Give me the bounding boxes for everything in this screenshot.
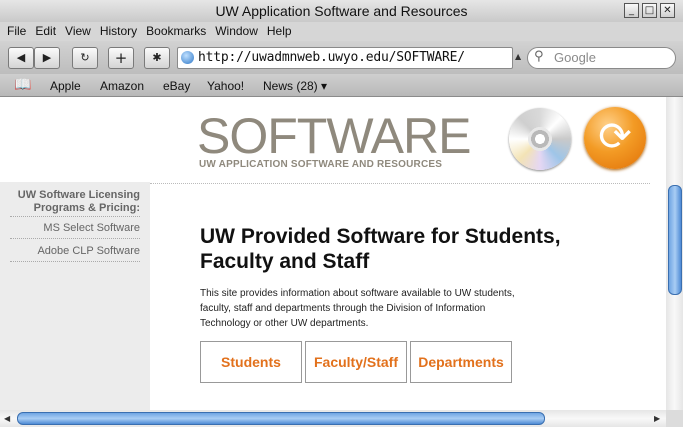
window-title: UW Application Software and Resources — [215, 3, 468, 19]
departments-button[interactable]: Departments — [410, 341, 512, 383]
search-icon: ⚲ — [534, 49, 544, 64]
reload-button[interactable]: ↻ — [72, 47, 98, 69]
minimize-button[interactable]: _ — [624, 3, 639, 18]
bookmark-apple[interactable]: Apple — [50, 79, 81, 93]
scroll-right-arrow-icon[interactable]: ▶ — [654, 414, 660, 423]
back-button[interactable]: ◀ — [8, 47, 34, 69]
bookmark-amazon[interactable]: Amazon — [100, 79, 144, 93]
browser-toolbar: ◀ ▶ ↻ + ✱ http://uwadmnweb.uwyo.edu/SOFT… — [0, 41, 683, 74]
menu-file[interactable]: File — [0, 22, 26, 41]
menu-bookmarks[interactable]: Bookmarks — [139, 22, 206, 41]
forward-icon: ▶ — [42, 51, 52, 64]
bookmark-news[interactable]: News (28) ▾ — [263, 79, 327, 93]
sidebar-divider — [10, 261, 140, 262]
page-content: SOFTWARE UW APPLICATION SOFTWARE AND RES… — [0, 97, 666, 410]
menu-view[interactable]: View — [58, 22, 91, 41]
title-bar: UW Application Software and Resources _ … — [0, 0, 683, 22]
menu-window[interactable]: Window — [208, 22, 258, 41]
software-logo-title: SOFTWARE — [197, 108, 471, 164]
software-logo-subtitle: UW APPLICATION SOFTWARE AND RESOURCES — [199, 159, 443, 170]
back-icon: ◀ — [16, 51, 26, 64]
sidebar-heading: UW Software Licensing Programs & Pricing… — [17, 189, 140, 214]
horizontal-scrollbar[interactable]: ◀ ▶ — [0, 410, 666, 427]
window-controls: _ □ ✕ — [624, 3, 675, 18]
reload-icon: ↻ — [80, 51, 90, 64]
vertical-scrollbar[interactable] — [666, 97, 683, 410]
sync-icon: ⟳ — [584, 107, 646, 169]
bookmark-yahoo[interactable]: Yahoo! — [207, 79, 244, 93]
address-bar[interactable]: http://uwadmnweb.uwyo.edu/SOFTWARE/ — [177, 47, 513, 69]
site-globe-icon — [181, 51, 194, 64]
close-button[interactable]: ✕ — [660, 3, 675, 18]
menu-edit[interactable]: Edit — [28, 22, 56, 41]
maximize-button[interactable]: □ — [642, 3, 657, 18]
vertical-scroll-thumb[interactable] — [668, 185, 682, 295]
sidebar-link-ms-select[interactable]: MS Select Software — [43, 222, 140, 234]
header-divider — [150, 183, 650, 184]
resize-corner[interactable] — [666, 410, 683, 427]
bug-icon: ✱ — [152, 51, 162, 64]
search-placeholder: Google — [554, 50, 596, 65]
sidebar: UW Software Licensing Programs & Pricing… — [0, 182, 150, 410]
plus-icon: + — [114, 49, 128, 67]
menu-help[interactable]: Help — [260, 22, 292, 41]
url-text[interactable]: http://uwadmnweb.uwyo.edu/SOFTWARE/ — [198, 50, 465, 65]
sidebar-divider — [10, 238, 140, 239]
url-dropdown-icon[interactable]: ▲ — [515, 52, 521, 61]
bookmark-ebay[interactable]: eBay — [163, 79, 190, 93]
debug-button[interactable]: ✱ — [144, 47, 170, 69]
add-bookmark-button[interactable]: + — [108, 47, 134, 69]
bookmarks-bar: 📖 Apple Amazon eBay Yahoo! News (28) ▾ — [0, 74, 683, 97]
scroll-left-arrow-icon[interactable]: ◀ — [4, 414, 10, 423]
menu-bar: File Edit View History Bookmarks Window … — [0, 22, 683, 41]
horizontal-scroll-thumb[interactable] — [17, 412, 545, 425]
students-button[interactable]: Students — [200, 341, 302, 383]
cd-disc-icon — [509, 108, 571, 170]
sidebar-link-adobe-clp[interactable]: Adobe CLP Software — [37, 245, 140, 257]
menu-history[interactable]: History — [93, 22, 137, 41]
page-headline: UW Provided Software for Students, Facul… — [200, 225, 561, 273]
sidebar-divider — [10, 216, 140, 217]
intro-paragraph: This site provides information about sof… — [200, 288, 515, 329]
faculty-staff-button[interactable]: Faculty/Staff — [305, 341, 407, 383]
forward-button[interactable]: ▶ — [34, 47, 60, 69]
bookmarks-book-icon[interactable]: 📖 — [14, 77, 31, 93]
search-field[interactable]: ⚲ Google — [527, 47, 676, 69]
